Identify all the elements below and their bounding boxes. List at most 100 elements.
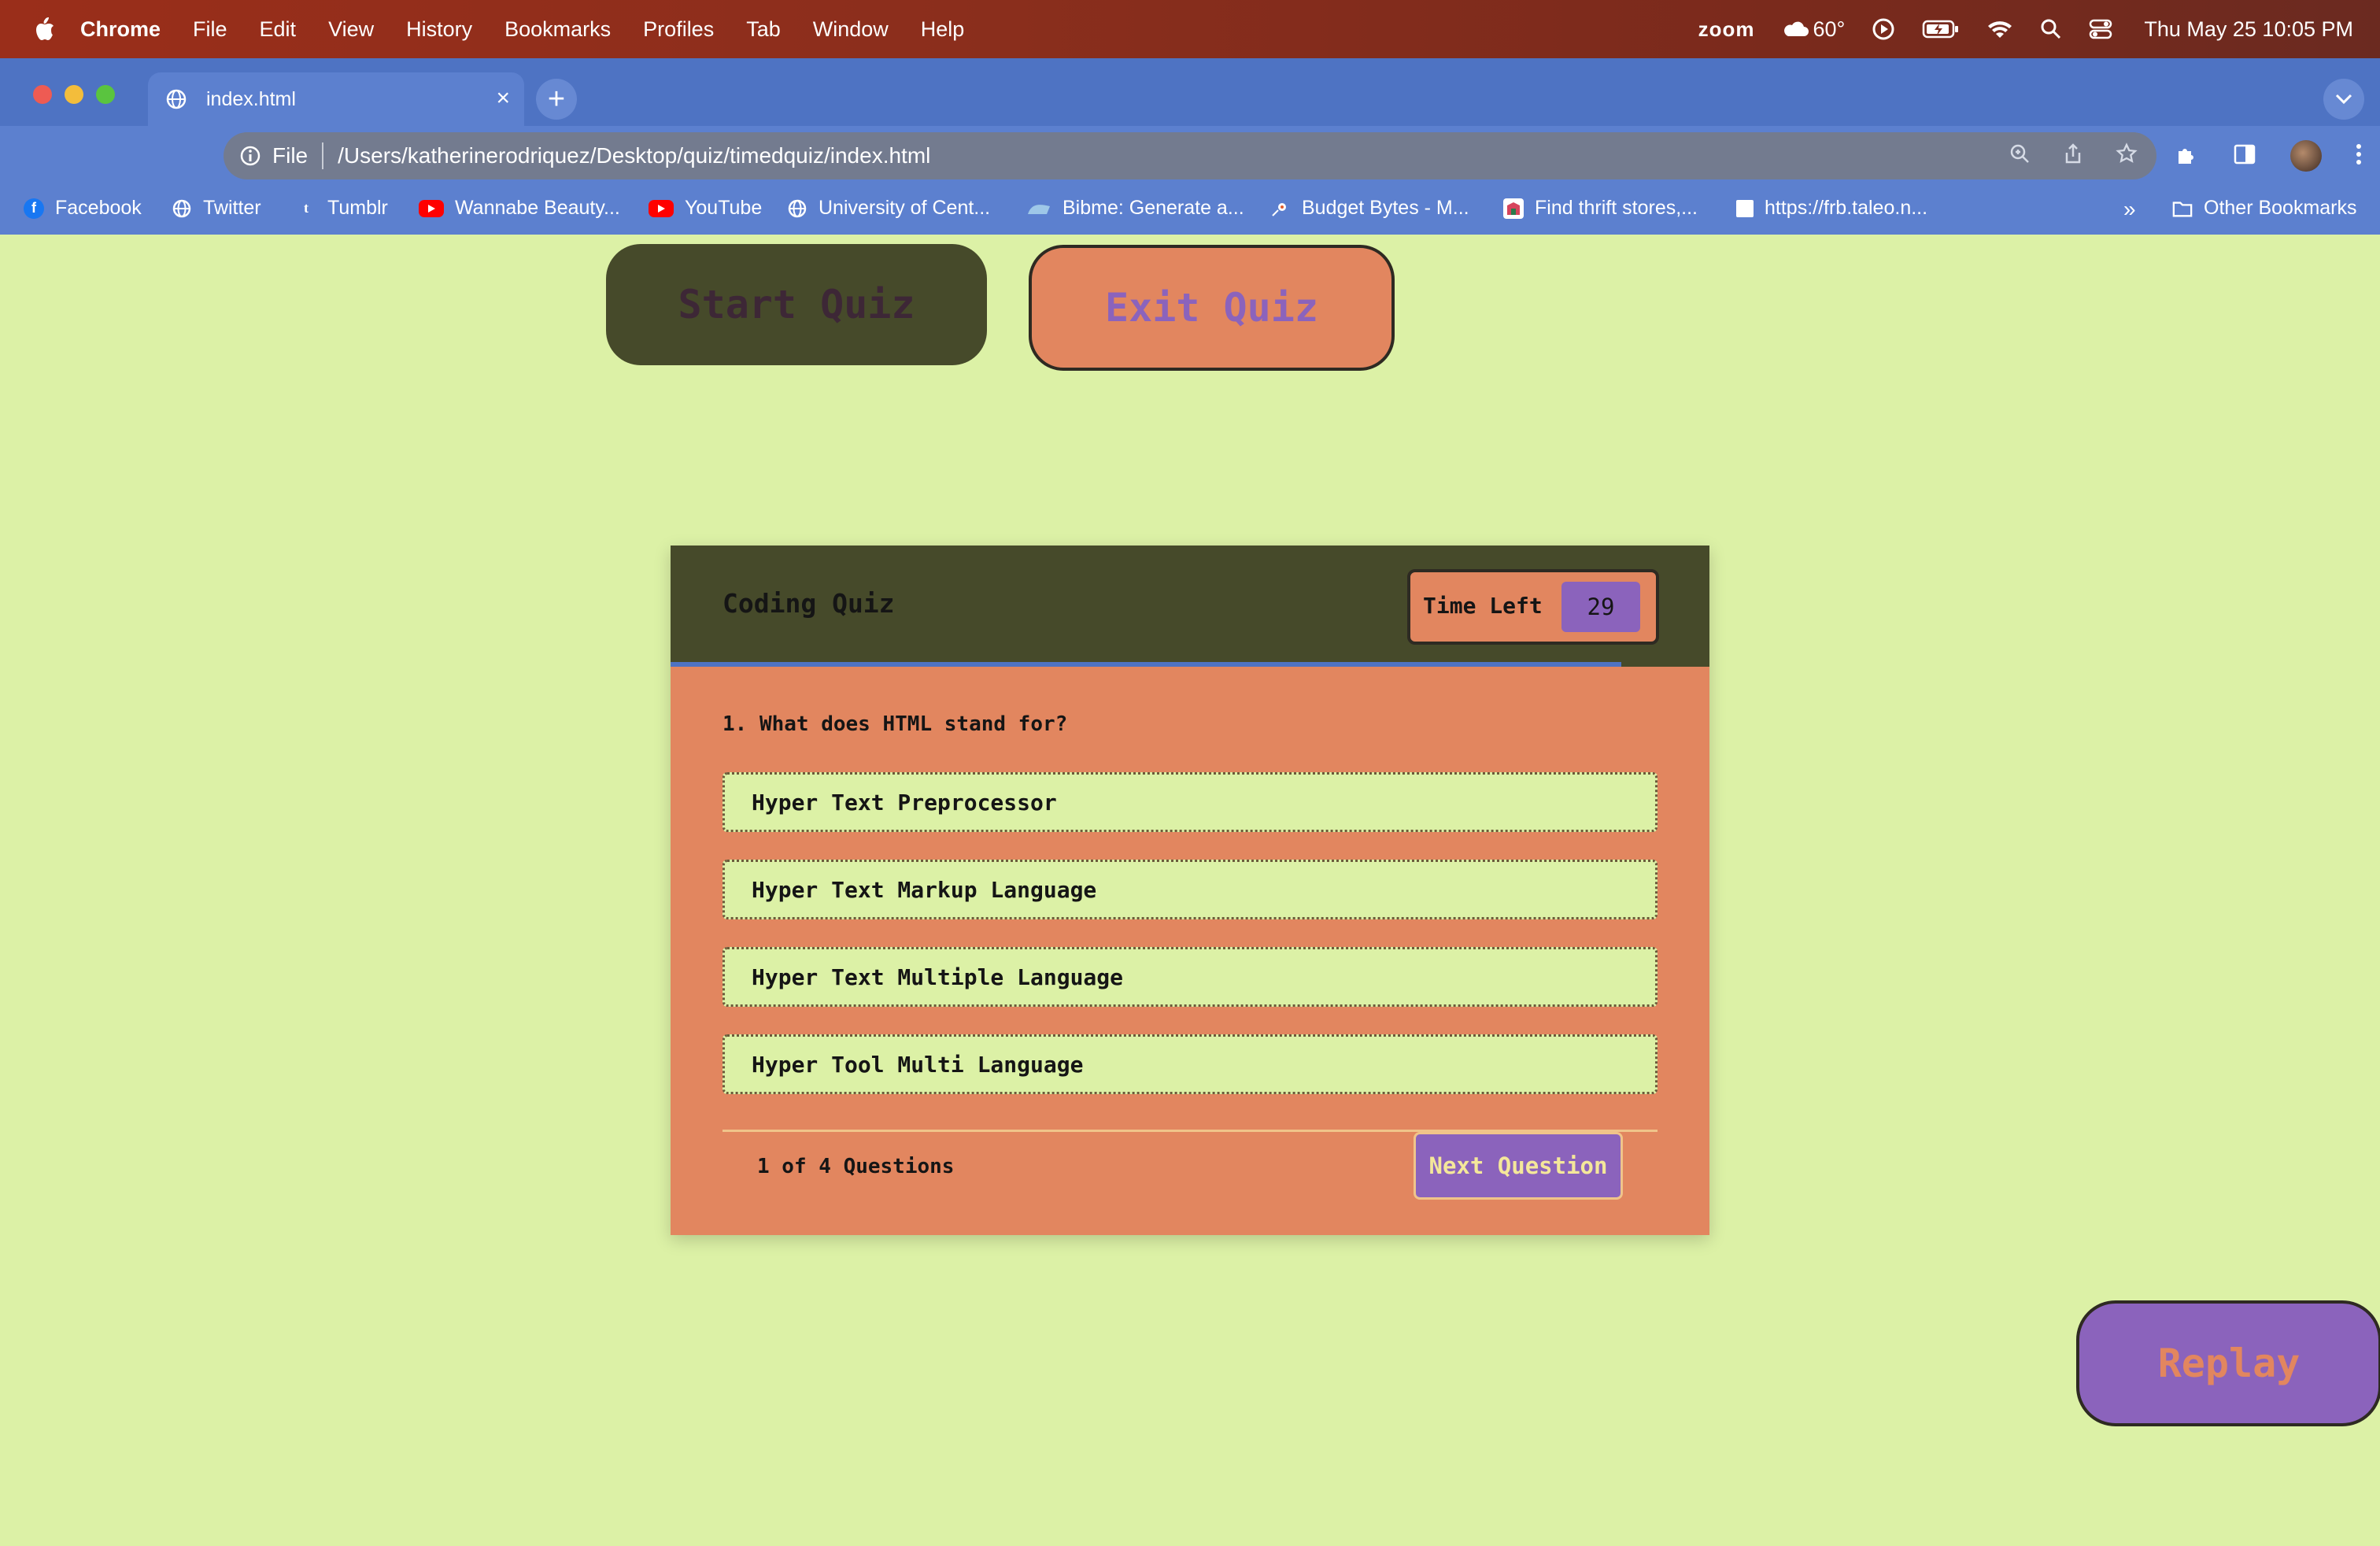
bookmark-bibme[interactable]: Bibme: Generate a... [1026,197,1244,220]
omnibox-actions [2009,142,2138,170]
bookmark-label: Twitter [203,197,261,219]
bookmark-label: University of Cent... [819,197,991,219]
bookmark-tumblr[interactable]: t Tumblr [296,197,388,220]
bookmark-label: https://frb.taleo.n... [1765,197,1928,219]
tab-index-html[interactable]: index.html × [148,72,524,126]
question-counter: 1 of 4 Questions [757,1155,955,1178]
address-scheme: File [272,143,309,168]
start-quiz-button[interactable]: Start Quiz [606,244,987,365]
budgetbytes-icon [1270,198,1291,219]
control-center-icon[interactable] [2089,19,2112,39]
toolbar-right-actions [2174,140,2363,172]
status-area: zoom 60° Thu May 25 10:05 PM [1698,0,2353,58]
screen: Chrome File Edit View History Bookmarks … [0,0,2380,1546]
window-close-button[interactable] [33,85,52,104]
spotlight-search-icon[interactable] [2040,18,2062,40]
exit-quiz-button[interactable]: Exit Quiz [1029,245,1395,371]
bookmark-taleo[interactable]: https://frb.taleo.n... [1736,197,1927,220]
new-tab-button[interactable]: + [536,79,577,120]
bookmark-label: Wannabe Beauty... [455,197,620,219]
info-icon[interactable] [239,145,261,167]
page-icon [1736,199,1754,217]
time-progress-bar [671,662,1709,667]
tab-title: index.html [206,87,296,110]
bookmark-label: Find thrift stores,... [1535,197,1698,219]
bookmarks-overflow-button[interactable]: » [2123,197,2136,222]
bookmarks-bar: f Facebook Twitter t Tumblr Wannabe Beau… [0,186,2380,235]
bookmark-budget-bytes[interactable]: Budget Bytes - M... [1270,197,1469,220]
menu-edit[interactable]: Edit [260,17,297,42]
answer-option[interactable]: Hyper Text Markup Language [722,860,1658,919]
double-chevron-icon: » [2123,197,2136,221]
zoom-magnifier-icon[interactable] [2009,142,2031,170]
bookmark-university[interactable]: University of Cent... [787,197,990,220]
menu-view[interactable]: View [328,17,374,42]
bookmark-youtube[interactable]: YouTube [649,197,762,220]
menu-tab[interactable]: Tab [746,17,781,42]
battery-icon[interactable] [1922,19,1960,39]
wifi-icon[interactable] [1986,19,2013,39]
globe-icon [787,198,808,219]
facebook-icon: f [24,198,44,219]
menu-window[interactable]: Window [813,17,889,42]
timer-value: 29 [1561,582,1640,632]
tab-close-icon[interactable]: × [496,87,510,110]
other-bookmarks-folder[interactable]: Other Bookmarks [2172,197,2357,220]
extensions-puzzle-icon[interactable] [2174,142,2199,171]
globe-icon [165,88,187,110]
bookmark-facebook[interactable]: f Facebook [24,197,142,220]
timer-box: Time Left 29 [1407,569,1659,645]
answer-option-label: Hyper Text Multiple Language [752,963,1124,990]
bookmark-label: Tumblr [327,197,388,219]
menu-bookmarks[interactable]: Bookmarks [504,17,611,42]
profile-avatar[interactable] [2290,140,2322,172]
quiz-card: Coding Quiz Time Left 29 1. What does HT… [671,546,1709,1235]
menu-profiles[interactable]: Profiles [643,17,714,42]
globe-icon [172,198,192,219]
play-circle-icon[interactable] [1872,17,1895,41]
window-minimize-button[interactable] [65,85,83,104]
window-zoom-button[interactable] [96,85,115,104]
menu-help[interactable]: Help [921,17,965,42]
address-divider [322,142,324,169]
address-url[interactable]: /Users/katherinerodriquez/Desktop/quiz/t… [338,143,930,168]
answer-option[interactable]: Hyper Text Multiple Language [722,947,1658,1007]
youtube-icon [419,199,444,217]
youtube-icon [649,199,674,217]
bookmark-label: YouTube [685,197,763,219]
more-vertical-icon[interactable] [2355,142,2363,170]
clock[interactable]: Thu May 25 10:05 PM [2144,17,2353,42]
time-progress-fill [671,662,1621,667]
bookmark-wannabe-beauty[interactable]: Wannabe Beauty... [419,197,620,220]
answer-option[interactable]: Hyper Tool Multi Language [722,1034,1658,1094]
tumblr-icon: t [304,200,309,216]
bookmark-thrift-stores[interactable]: Find thrift stores,... [1503,197,1698,220]
bookmark-twitter[interactable]: Twitter [172,197,261,220]
share-icon[interactable] [2062,142,2084,170]
next-question-button[interactable]: Next Question [1414,1132,1623,1200]
side-panel-icon[interactable] [2232,142,2257,171]
address-bar[interactable]: File /Users/katherinerodriquez/Desktop/q… [224,132,2156,179]
question-text: 1. What does HTML stand for? [722,712,1068,736]
menu-history[interactable]: History [406,17,472,42]
answer-option[interactable]: Hyper Text Preprocessor [722,772,1658,832]
bookmark-star-icon[interactable] [2116,142,2138,170]
quiz-header: Coding Quiz Time Left 29 [671,546,1709,662]
folder-icon [2172,198,2193,219]
answer-option-label: Hyper Text Preprocessor [752,789,1057,816]
other-bookmarks-label: Other Bookmarks [2204,197,2357,219]
macos-menu-bar: Chrome File Edit View History Bookmarks … [0,0,2380,58]
answer-option-label: Hyper Tool Multi Language [752,1051,1084,1078]
tab-search-button[interactable] [2323,79,2364,120]
menu-file[interactable]: File [193,17,227,42]
zoom-status-item[interactable]: zoom [1698,17,1755,42]
thrift-icon [1503,198,1524,219]
apple-icon[interactable] [28,16,60,43]
bookmark-label: Budget Bytes - M... [1302,197,1469,219]
weather-cloud-moon-icon [1783,21,1809,36]
quiz-title: Coding Quiz [722,588,895,619]
weather-item[interactable]: 60° [1782,17,1845,42]
menu-app-name[interactable]: Chrome [80,17,161,42]
replay-button[interactable]: Replay [2076,1300,2380,1426]
bookmark-label: Bibme: Generate a... [1062,197,1244,219]
